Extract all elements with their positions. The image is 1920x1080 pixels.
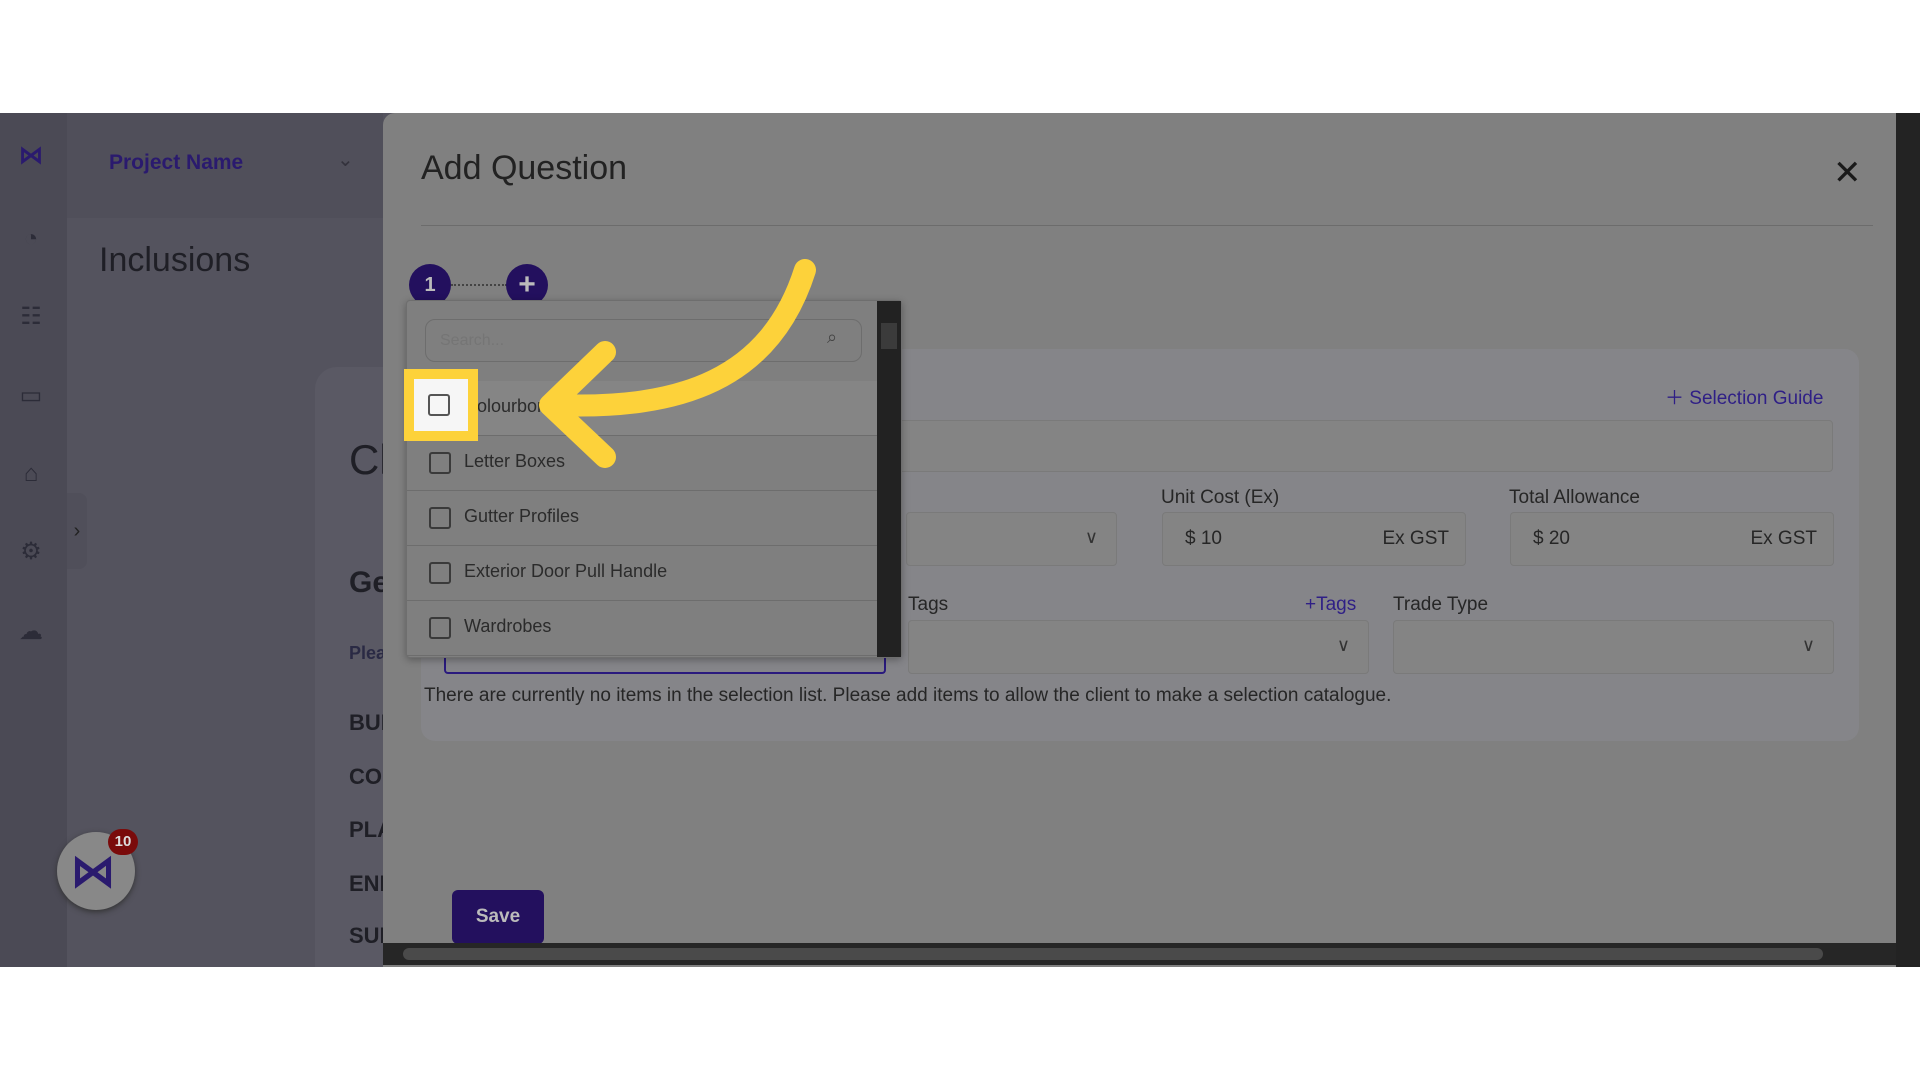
annotation-arrow xyxy=(539,259,816,468)
